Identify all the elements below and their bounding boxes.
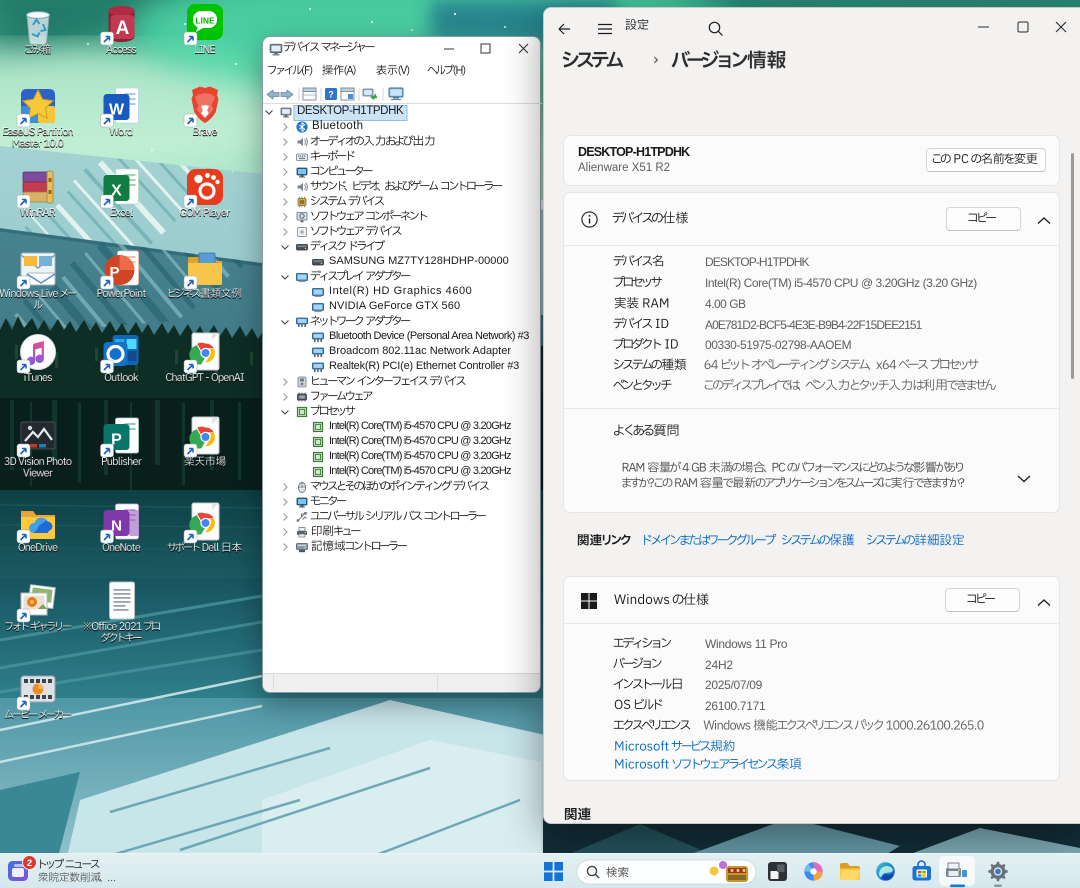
svg-text:A: A xyxy=(116,18,130,39)
svg-text:2: 2 xyxy=(27,858,32,869)
svg-text:LINE: LINE xyxy=(195,16,215,26)
svg-text:?: ? xyxy=(328,90,334,100)
